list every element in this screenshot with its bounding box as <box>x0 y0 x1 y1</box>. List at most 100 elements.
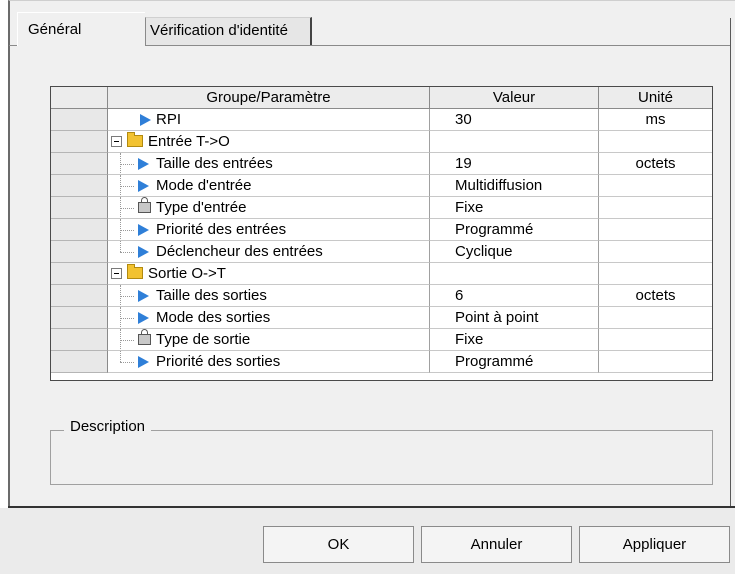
table-row[interactable]: Mode des sorties Point à point <box>51 307 712 329</box>
table-row[interactable]: Type d'entrée Fixe <box>51 197 712 219</box>
play-icon <box>138 356 149 368</box>
play-icon <box>140 114 151 126</box>
ok-button[interactable]: OK <box>263 526 414 563</box>
parameter-value <box>430 263 599 285</box>
parameter-name-cell[interactable]: Entrée T->O <box>108 131 430 153</box>
parameter-name-cell[interactable]: Taille des entrées <box>108 153 430 175</box>
parameter-value <box>430 131 599 153</box>
row-header[interactable] <box>51 175 108 197</box>
parameter-value[interactable]: 6 <box>430 285 599 307</box>
parameter-value[interactable]: 19 <box>430 153 599 175</box>
cancel-button[interactable]: Annuler <box>421 526 572 563</box>
tab-identity-check[interactable]: Vérification d'identité <box>145 17 312 45</box>
tree-connector <box>120 252 134 254</box>
table-row[interactable]: Déclencheur des entrées Cyclique <box>51 241 712 263</box>
tab-identity-check-label: Vérification d'identité <box>150 22 288 39</box>
row-header[interactable] <box>51 329 108 351</box>
parameter-unit <box>599 241 712 263</box>
parameter-name: Priorité des sorties <box>156 353 281 370</box>
parameter-name: Priorité des entrées <box>156 221 287 238</box>
table-row[interactable]: Entrée T->O <box>51 131 712 153</box>
parameter-value[interactable]: Point à point <box>430 307 599 329</box>
parameter-name: Taille des sorties <box>156 287 267 304</box>
column-header-group[interactable]: Groupe/Paramètre <box>108 87 430 109</box>
folder-icon <box>127 264 143 279</box>
parameter-name: Taille des entrées <box>156 155 273 172</box>
tree-connector <box>120 230 134 232</box>
parameter-name-cell[interactable]: Type de sortie <box>108 329 430 351</box>
row-header-corner <box>51 87 108 109</box>
parameter-name: Mode des sorties <box>156 309 271 326</box>
tree-connector <box>120 351 122 362</box>
column-header-unit[interactable]: Unité <box>599 87 712 109</box>
play-icon <box>138 290 149 302</box>
parameter-name: Mode d'entrée <box>156 177 252 194</box>
parameter-value[interactable]: Programmé <box>430 219 599 241</box>
tab-general[interactable]: Général <box>17 12 145 46</box>
lock-icon <box>138 329 151 345</box>
parameter-name-cell[interactable]: Priorité des sorties <box>108 351 430 373</box>
parameter-name-cell[interactable]: Mode d'entrée <box>108 175 430 197</box>
panel-right-border <box>730 18 731 508</box>
parameter-name-cell[interactable]: RPI <box>108 109 430 131</box>
parameter-unit <box>599 131 712 153</box>
row-header[interactable] <box>51 307 108 329</box>
tree-connector <box>120 362 134 364</box>
row-header[interactable] <box>51 197 108 219</box>
parameter-value[interactable]: Programmé <box>430 351 599 373</box>
row-header[interactable] <box>51 263 108 285</box>
table-row[interactable]: Taille des entrées 19 octets <box>51 153 712 175</box>
row-header[interactable] <box>51 219 108 241</box>
description-label: Description <box>64 418 152 435</box>
collapse-icon[interactable] <box>111 136 122 147</box>
parameter-name-cell[interactable]: Mode des sorties <box>108 307 430 329</box>
parameter-grid: Groupe/Paramètre Valeur Unité RPI 30 ms … <box>50 86 713 381</box>
tree-connector <box>120 340 134 342</box>
description-box <box>50 430 713 485</box>
row-header[interactable] <box>51 131 108 153</box>
table-row[interactable]: Type de sortie Fixe <box>51 329 712 351</box>
parameter-value[interactable]: Multidiffusion <box>430 175 599 197</box>
row-header[interactable] <box>51 153 108 175</box>
parameter-name-cell[interactable]: Déclencheur des entrées <box>108 241 430 263</box>
tab-general-label: Général <box>28 21 82 38</box>
parameter-value[interactable]: 30 <box>430 109 599 131</box>
column-header-value[interactable]: Valeur <box>430 87 599 109</box>
parameter-unit: octets <box>599 153 712 175</box>
parameter-name-cell[interactable]: Taille des sorties <box>108 285 430 307</box>
parameter-value: Fixe <box>430 197 599 219</box>
table-row[interactable]: Priorité des entrées Programmé <box>51 219 712 241</box>
tree-connector <box>120 241 122 252</box>
parameter-name-cell[interactable]: Priorité des entrées <box>108 219 430 241</box>
table-row[interactable]: Sortie O->T <box>51 263 712 285</box>
row-header[interactable] <box>51 351 108 373</box>
parameter-value: Fixe <box>430 329 599 351</box>
parameter-name: Type de sortie <box>156 331 251 348</box>
play-icon <box>138 246 149 258</box>
parameter-name: Type d'entrée <box>156 199 247 216</box>
tree-connector <box>120 164 134 166</box>
table-row[interactable]: Priorité des sorties Programmé <box>51 351 712 373</box>
group-name: Sortie O->T <box>148 265 226 282</box>
group-name: Entrée T->O <box>148 133 230 150</box>
row-header[interactable] <box>51 285 108 307</box>
parameter-unit <box>599 307 712 329</box>
table-row[interactable]: Taille des sorties 6 octets <box>51 285 712 307</box>
row-header[interactable] <box>51 241 108 263</box>
play-icon <box>138 224 149 236</box>
parameter-unit <box>599 263 712 285</box>
row-header[interactable] <box>51 109 108 131</box>
parameter-name: Déclencheur des entrées <box>156 243 323 260</box>
parameter-unit <box>599 351 712 373</box>
table-row[interactable]: Mode d'entrée Multidiffusion <box>51 175 712 197</box>
collapse-icon[interactable] <box>111 268 122 279</box>
tree-connector <box>120 318 134 320</box>
play-icon <box>138 158 149 170</box>
parameter-name-cell[interactable]: Sortie O->T <box>108 263 430 285</box>
parameter-name-cell[interactable]: Type d'entrée <box>108 197 430 219</box>
parameter-value[interactable]: Cyclique <box>430 241 599 263</box>
apply-button[interactable]: Appliquer <box>579 526 730 563</box>
parameter-unit <box>599 175 712 197</box>
tree-connector <box>120 186 134 188</box>
table-row[interactable]: RPI 30 ms <box>51 109 712 131</box>
